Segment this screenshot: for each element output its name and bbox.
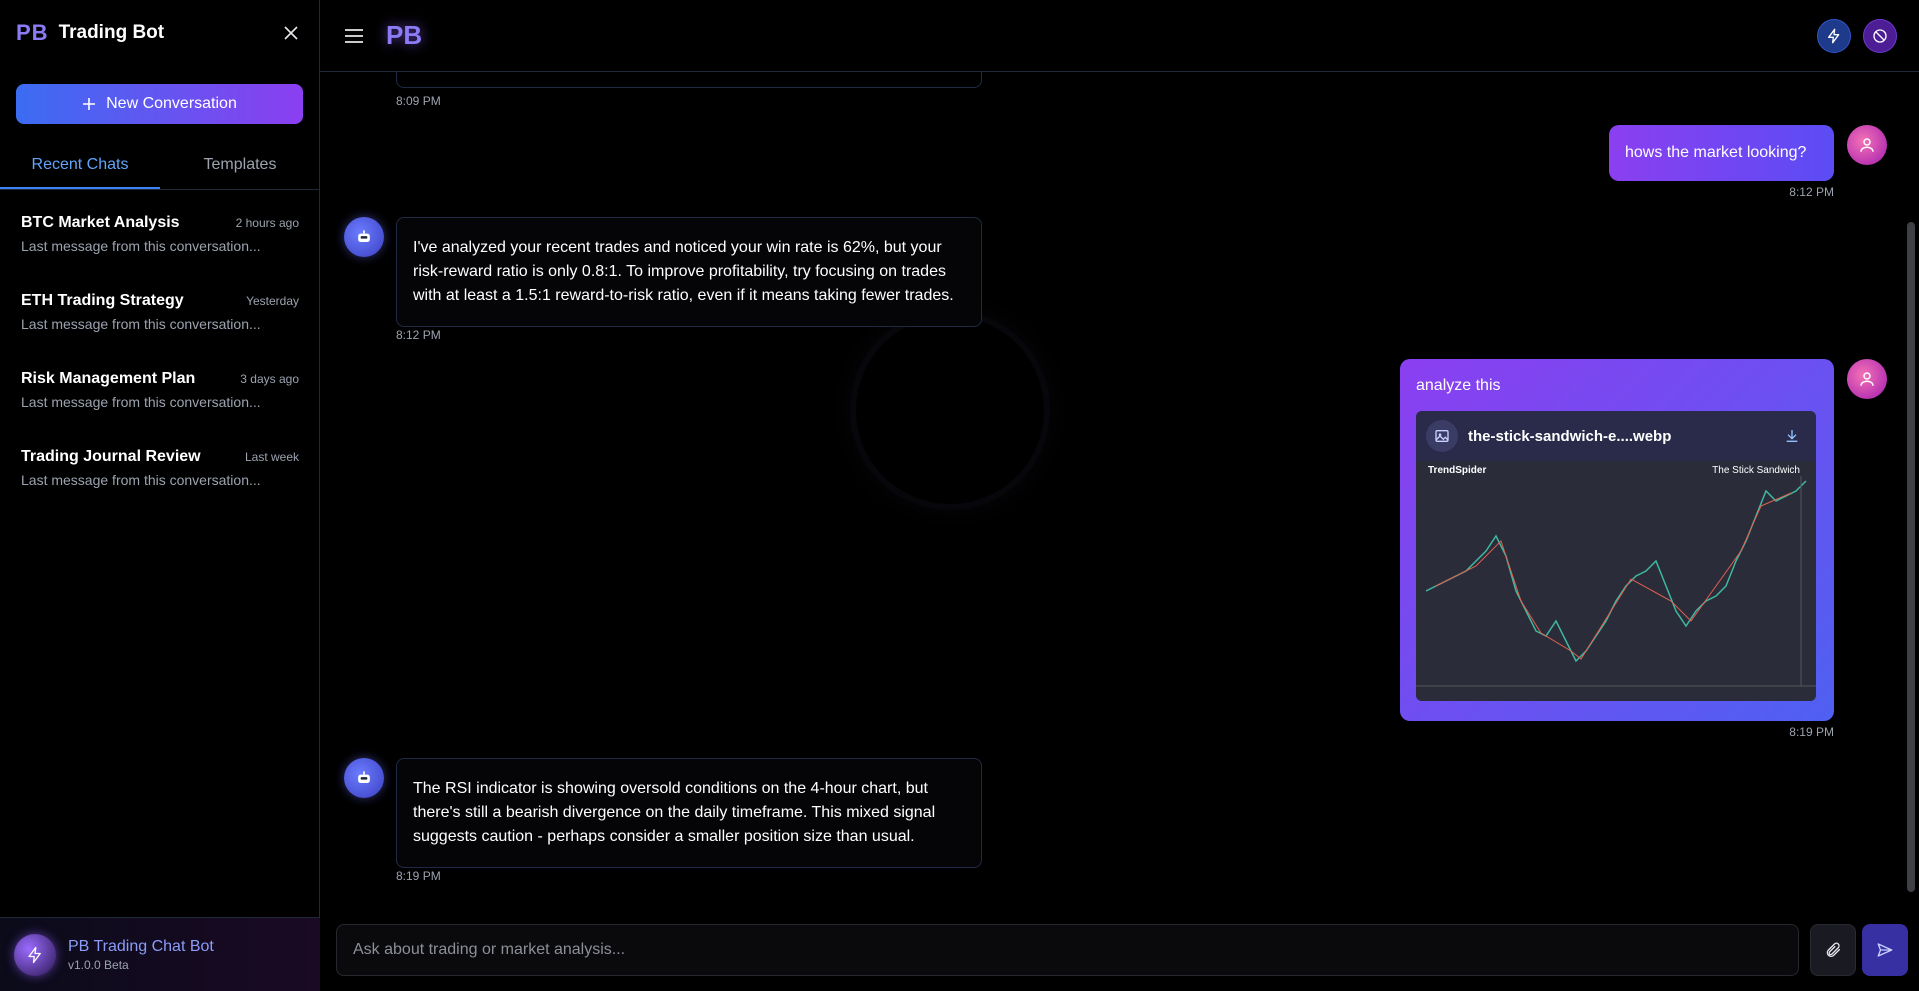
- user-avatar: [1847, 125, 1887, 165]
- menu-button[interactable]: [340, 22, 368, 50]
- app-name: PB Trading Chat Bot: [68, 937, 214, 955]
- download-button[interactable]: [1778, 422, 1806, 450]
- chat-preview: Last message from this conversation...: [21, 238, 261, 254]
- message-time: 8:19 PM: [1789, 725, 1834, 739]
- chat-time: 3 days ago: [240, 372, 299, 386]
- topbar-logo: PB: [386, 20, 423, 50]
- message-time: 8:12 PM: [1789, 185, 1834, 199]
- logo: PB: [16, 20, 49, 45]
- message-time: 8:19 PM: [396, 869, 441, 883]
- tab-templates[interactable]: Templates: [160, 144, 320, 189]
- sidebar-footer: PB Trading Chat Bot v1.0.0 Beta: [0, 917, 320, 991]
- bot-message-bubble: The RSI indicator is showing oversold co…: [396, 758, 982, 868]
- block-icon: [1873, 28, 1887, 43]
- chat-scrollbar[interactable]: [1907, 222, 1915, 892]
- chat-name: Risk Management Plan: [21, 370, 196, 387]
- bot-message-text: The RSI indicator is showing oversold co…: [413, 780, 936, 845]
- main-panel: PB 8:09 PM hows the market looking? 8:12…: [320, 0, 1919, 991]
- user-avatar: [1847, 359, 1887, 399]
- chat-time: 2 hours ago: [235, 216, 299, 230]
- message-input[interactable]: [353, 941, 1798, 959]
- user-message-bubble: analyze this the-stick-sandwich-e....web…: [1400, 359, 1834, 721]
- download-icon: [1786, 430, 1798, 442]
- candlestick-chart-thumbnail: [1416, 476, 1816, 687]
- chat-preview: Last message from this conversation...: [21, 472, 261, 488]
- chat-name: BTC Market Analysis: [21, 214, 180, 231]
- attachment-filename: the-stick-sandwich-e....webp: [1468, 427, 1672, 445]
- message-time: 8:12 PM: [396, 328, 441, 342]
- robot-icon: [358, 771, 370, 783]
- chat-list-item[interactable]: BTC Market Analysis 2 hours ago Last mes…: [0, 206, 320, 284]
- hamburger-icon: [345, 28, 363, 43]
- user-message-text: analyze this: [1416, 377, 1501, 394]
- paperclip-icon: [1826, 942, 1841, 957]
- user-message-text: hows the market looking?: [1625, 144, 1807, 161]
- quick-action-button[interactable]: [1817, 18, 1851, 53]
- chat-list: BTC Market Analysis 2 hours ago Last mes…: [0, 206, 320, 518]
- bot-message-bubble: [396, 72, 982, 88]
- message-time: 8:09 PM: [396, 94, 441, 108]
- user-icon: [1860, 372, 1874, 386]
- bot-avatar: [344, 758, 384, 798]
- lightning-icon: [28, 946, 41, 963]
- chat-time: Yesterday: [246, 294, 299, 308]
- chat-messages: 8:09 PM hows the market looking? 8:12 PM…: [320, 72, 1919, 908]
- sidebar-title: Trading Bot: [58, 22, 165, 43]
- sidebar: PB Trading Bot New Conversation Recent C…: [0, 0, 320, 991]
- block-button[interactable]: [1863, 18, 1897, 53]
- image-attachment[interactable]: the-stick-sandwich-e....webp TrendSpider…: [1416, 411, 1816, 701]
- send-icon: [1877, 943, 1893, 957]
- app-version: v1.0.0 Beta: [68, 957, 129, 972]
- image-file-icon-wrap: [1426, 420, 1458, 452]
- topbar: PB: [320, 0, 1919, 72]
- chat-name: Trading Journal Review: [21, 448, 201, 465]
- bot-message-bubble: I've analyzed your recent trades and not…: [396, 217, 982, 327]
- sidebar-header: PB Trading Bot: [0, 0, 319, 66]
- chat-preview: Last message from this conversation...: [21, 394, 261, 410]
- plus-icon: [83, 98, 96, 110]
- message-input-container: [336, 924, 1799, 976]
- robot-icon: [358, 230, 370, 242]
- image-icon: [1435, 430, 1449, 442]
- close-sidebar-button[interactable]: [279, 21, 303, 45]
- user-icon: [1860, 138, 1874, 152]
- new-conversation-button[interactable]: New Conversation: [16, 84, 303, 124]
- tab-recent-chats[interactable]: Recent Chats: [0, 144, 160, 189]
- chat-list-item[interactable]: ETH Trading Strategy Yesterday Last mess…: [0, 284, 320, 362]
- close-icon: [284, 26, 298, 40]
- chat-list-item[interactable]: Trading Journal Review Last week Last me…: [0, 440, 320, 518]
- send-button[interactable]: [1862, 924, 1908, 976]
- chat-preview: Last message from this conversation...: [21, 316, 261, 332]
- new-conversation-label: New Conversation: [106, 95, 237, 112]
- sidebar-tabs: Recent Chats Templates: [0, 144, 320, 190]
- chat-time: Last week: [244, 450, 299, 464]
- chat-name: ETH Trading Strategy: [21, 292, 184, 309]
- bot-message-text: I've analyzed your recent trades and not…: [413, 239, 954, 304]
- user-message-bubble: hows the market looking?: [1609, 125, 1834, 181]
- bot-avatar: [14, 933, 56, 976]
- background-decoration: [850, 310, 1050, 510]
- lightning-icon: [1828, 28, 1840, 43]
- bot-avatar: [344, 217, 384, 257]
- chat-list-item[interactable]: Risk Management Plan 3 days ago Last mes…: [0, 362, 320, 440]
- chart-image-preview: TrendSpider The Stick Sandwich: [1416, 461, 1816, 701]
- attach-button[interactable]: [1810, 924, 1856, 976]
